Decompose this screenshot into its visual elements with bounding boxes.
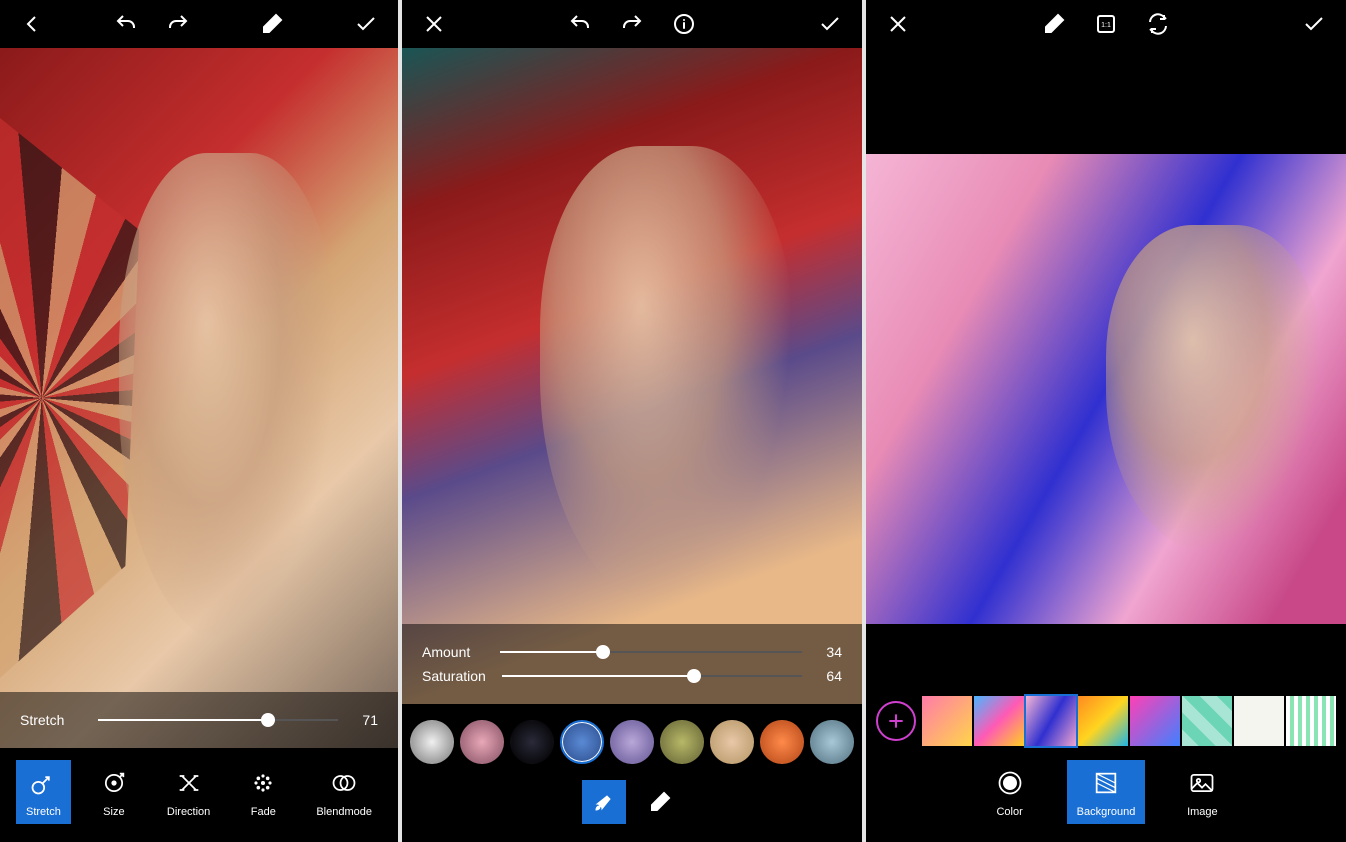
screen-dispersion: Stretch 71 Stretch Size Direction Fade (0, 0, 398, 842)
redo-icon[interactable] (162, 8, 194, 40)
undo-icon[interactable] (110, 8, 142, 40)
bottom-toolbar: Color Background Image (866, 678, 1346, 842)
aspect-ratio-icon[interactable]: 1:1 (1090, 8, 1122, 40)
tab-background[interactable]: Background (1067, 760, 1146, 824)
saturation-slider[interactable]: Saturation 64 (422, 668, 842, 684)
swatch-blue[interactable] (560, 720, 604, 764)
tab-color[interactable]: Color (983, 760, 1037, 824)
edited-photo (866, 154, 1346, 624)
swatch-steel[interactable] (810, 720, 854, 764)
tool-fade[interactable]: Fade (236, 760, 290, 824)
redo-icon[interactable] (616, 8, 648, 40)
eraser-icon[interactable] (256, 8, 288, 40)
tab-image[interactable]: Image (1175, 760, 1229, 824)
color-swatches (402, 716, 862, 774)
swatch-orange[interactable] (760, 720, 804, 764)
bg-thumb-6[interactable] (1182, 696, 1232, 746)
bottom-toolbar: Stretch Size Direction Fade Blendmode (0, 748, 398, 842)
tool-direction[interactable]: Direction (157, 760, 220, 824)
tool-blendmode[interactable]: Blendmode (306, 760, 382, 824)
screen-hair-color: Amount 34 Saturation 64 (402, 0, 862, 842)
slider-label: Stretch (20, 712, 82, 728)
bg-thumb-8[interactable] (1286, 696, 1336, 746)
amount-slider[interactable]: Amount 34 (422, 644, 842, 660)
swatch-rose[interactable] (460, 720, 504, 764)
bg-thumb-2[interactable] (974, 696, 1024, 746)
topbar (0, 0, 398, 48)
confirm-icon[interactable] (1298, 8, 1330, 40)
bg-thumb-3[interactable] (1026, 696, 1076, 746)
edited-photo (402, 48, 862, 704)
undo-icon[interactable] (564, 8, 596, 40)
image-canvas[interactable]: Stretch 71 (0, 48, 398, 748)
topbar (402, 0, 862, 48)
back-icon[interactable] (16, 8, 48, 40)
swatch-olive[interactable] (660, 720, 704, 764)
image-canvas[interactable] (866, 48, 1346, 678)
swatch-black[interactable] (510, 720, 554, 764)
add-background-icon[interactable] (876, 701, 916, 741)
background-thumbnails (866, 690, 1346, 752)
close-icon[interactable] (882, 8, 914, 40)
stretch-slider[interactable]: Stretch 71 (20, 712, 378, 728)
swatch-purple[interactable] (610, 720, 654, 764)
brush-icon[interactable] (582, 780, 626, 824)
bg-thumb-5[interactable] (1130, 696, 1180, 746)
tool-size[interactable]: Size (87, 760, 141, 824)
screen-background: 1:1 Color Background (866, 0, 1346, 842)
tool-stretch[interactable]: Stretch (16, 760, 71, 824)
svg-text:1:1: 1:1 (1101, 22, 1111, 29)
info-icon[interactable] (668, 8, 700, 40)
slider-value: 71 (354, 712, 378, 728)
confirm-icon[interactable] (814, 8, 846, 40)
bg-thumb-1[interactable] (922, 696, 972, 746)
image-canvas[interactable]: Amount 34 Saturation 64 (402, 48, 862, 704)
topbar: 1:1 (866, 0, 1346, 48)
close-icon[interactable] (418, 8, 450, 40)
confirm-icon[interactable] (350, 8, 382, 40)
swatch-tan[interactable] (710, 720, 754, 764)
swatch-silver[interactable] (410, 720, 454, 764)
eraser-icon[interactable] (638, 780, 682, 824)
bg-thumb-4[interactable] (1078, 696, 1128, 746)
edited-photo (0, 48, 398, 748)
eraser-icon[interactable] (1038, 8, 1070, 40)
bottom-toolbar (402, 704, 862, 842)
rotate-icon[interactable] (1142, 8, 1174, 40)
bg-thumb-7[interactable] (1234, 696, 1284, 746)
